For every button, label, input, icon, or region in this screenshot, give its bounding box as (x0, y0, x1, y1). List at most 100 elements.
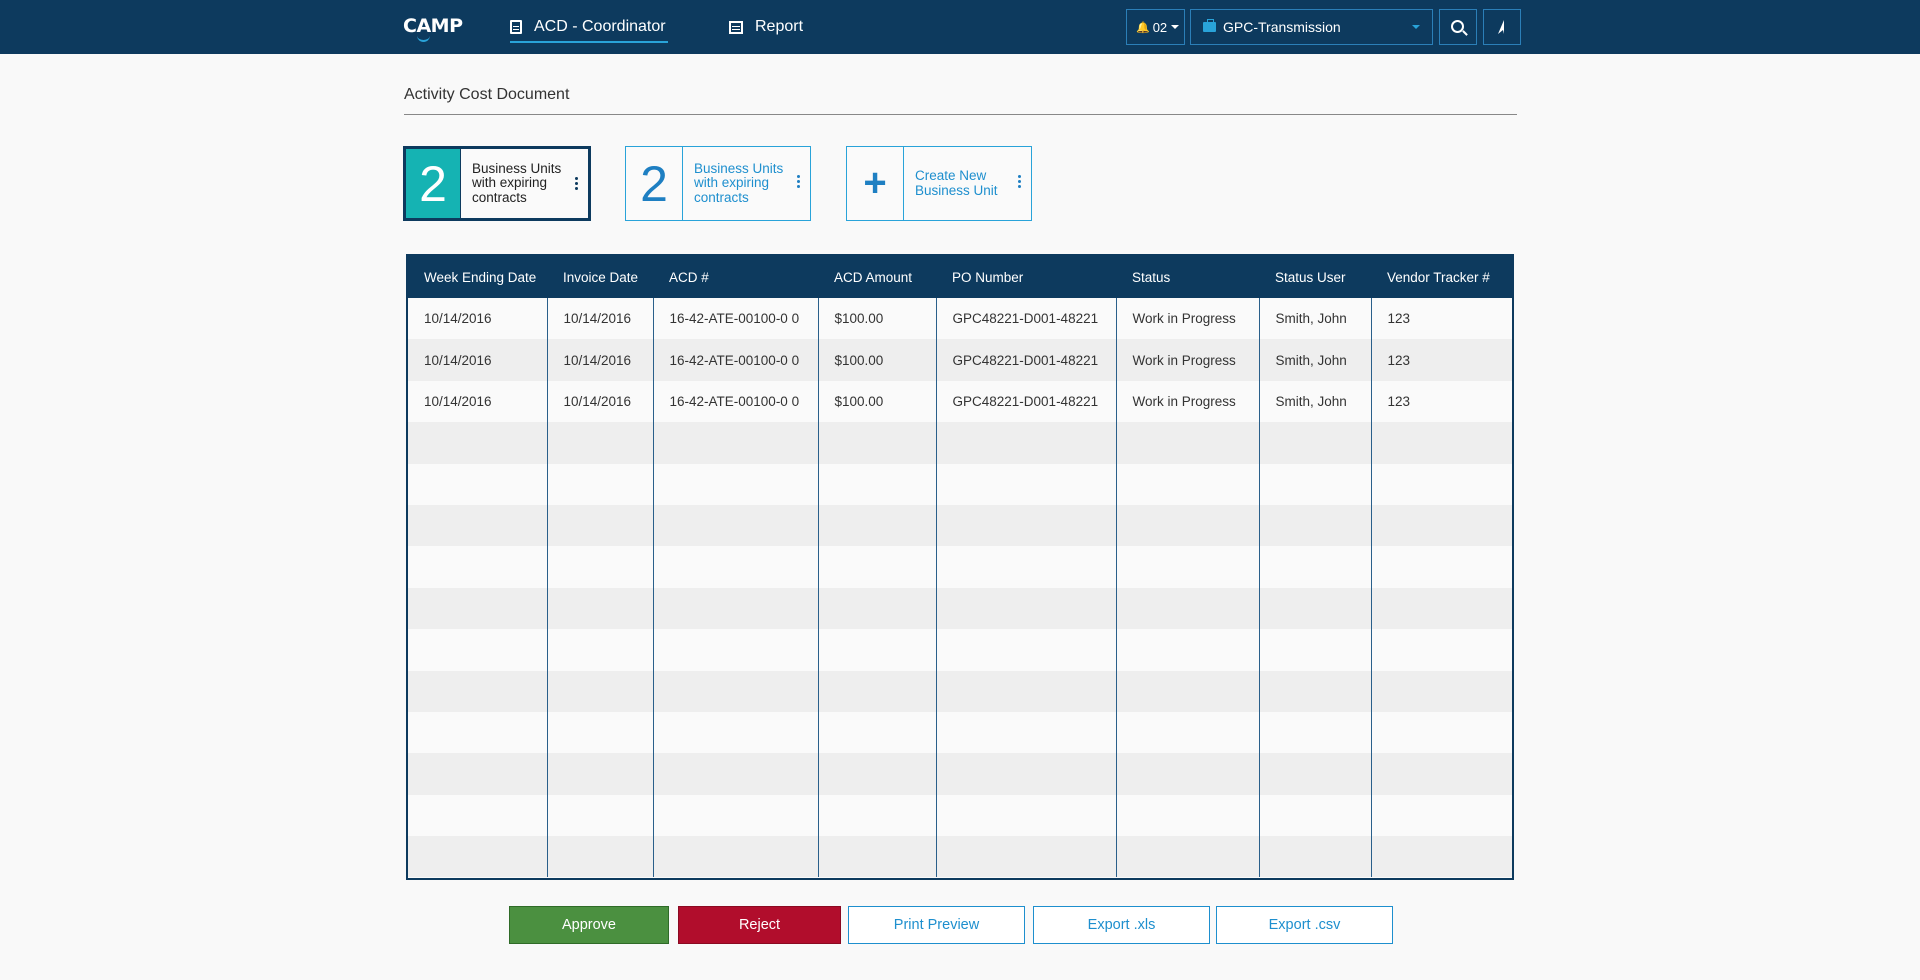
table-cell: 123 (1387, 393, 1411, 409)
table-cell (653, 753, 819, 795)
export-xls-button[interactable]: Export .xls (1033, 906, 1210, 944)
business-unit-select[interactable]: GPC-Transmission (1190, 9, 1433, 45)
table-cell (408, 546, 548, 588)
approve-button[interactable]: Approve (509, 906, 669, 944)
table-cell (653, 836, 819, 878)
table-cell (408, 504, 548, 547)
column-header[interactable]: ACD # (653, 256, 818, 298)
briefcase-icon (1203, 19, 1216, 32)
table-cell: Smith, John (1259, 339, 1372, 381)
table-row-empty (408, 546, 1512, 588)
table-cell (936, 463, 1117, 505)
table-cell (1116, 587, 1260, 630)
table-cell: $100.00 (818, 380, 937, 423)
card-expiring-contracts-selected[interactable]: 2 Business Units with expiring contracts (403, 146, 591, 221)
table-row-empty (408, 422, 1512, 464)
reject-button[interactable]: Reject (678, 906, 841, 944)
table-row[interactable]: 10/14/2016 10/14/2016 16-42-ATE-00100-0 0 $… (408, 298, 1512, 340)
table-cell (1259, 504, 1372, 547)
table-cell (818, 753, 937, 795)
table-cell (1259, 836, 1372, 878)
table-cell (653, 670, 819, 712)
calendar-icon (729, 20, 743, 34)
card-expiring-contracts[interactable]: 2 Business Units with expiring contracts (625, 146, 811, 221)
table-cell (818, 463, 937, 505)
table-cell (547, 670, 654, 712)
table-cell: GPC48221-D001-48221 (936, 339, 1117, 381)
table-cell (547, 587, 654, 630)
table-row[interactable]: 10/14/2016 10/14/2016 16-42-ATE-00100-0 0 $… (408, 339, 1512, 381)
column-header[interactable]: Week Ending Date (408, 256, 547, 298)
table-cell (936, 629, 1117, 671)
table-cell: GPC48221-D001-48221 (936, 380, 1117, 423)
column-header[interactable]: Status User (1259, 256, 1371, 298)
column-header[interactable]: ACD Amount (818, 256, 936, 298)
notifications-dropdown[interactable]: 🔔 02 (1126, 9, 1185, 45)
table-cell (936, 422, 1117, 464)
table-cell (653, 463, 819, 505)
table-cell (1116, 504, 1260, 547)
table-cell: Work in Progress (1116, 339, 1260, 381)
business-unit-value: GPC-Transmission (1223, 19, 1341, 35)
table-cell (936, 504, 1117, 547)
table-cell (818, 629, 937, 671)
table-row-empty (408, 463, 1512, 505)
card-create-business-unit[interactable]: + Create New Business Unit (846, 146, 1032, 221)
table-cell: Smith, John (1259, 380, 1372, 423)
column-header[interactable]: Status (1116, 256, 1259, 298)
table-cell (547, 504, 654, 547)
table-cell (1116, 836, 1260, 878)
tab-label: Report (755, 18, 804, 35)
column-header[interactable]: Vendor Tracker # (1371, 256, 1512, 298)
table-cell (818, 794, 937, 837)
table-cell (1259, 711, 1372, 754)
table-cell: 123 (1387, 352, 1411, 368)
table-cell (1371, 546, 1512, 587)
table-cell: Smith, John (1259, 298, 1372, 340)
plus-icon: + (847, 147, 904, 220)
print-preview-button[interactable]: Print Preview (848, 906, 1025, 944)
tab-report[interactable]: Report (729, 0, 803, 54)
table-cell (653, 794, 819, 837)
table-cell: GPC48221-D001-48221 (936, 298, 1117, 340)
search-icon (1450, 19, 1464, 33)
title-divider (404, 114, 1517, 115)
more-options-icon[interactable] (575, 177, 579, 192)
table-cell (1259, 587, 1372, 630)
table-row[interactable]: 10/14/2016 10/14/2016 16-42-ATE-00100-0 0 $… (408, 380, 1512, 423)
table-cell (547, 711, 654, 754)
table-cell (547, 753, 654, 795)
card-label: Business Units with expiring contracts (694, 160, 784, 205)
table-cell (1116, 753, 1260, 795)
table-cell (1116, 670, 1260, 712)
table-cell (936, 546, 1117, 588)
table-cell (653, 546, 819, 588)
card-label: Business Units with expiring contracts (472, 160, 562, 205)
more-options-icon[interactable] (797, 175, 801, 190)
more-options-icon[interactable] (1018, 175, 1022, 190)
table-cell (1116, 711, 1260, 754)
column-header[interactable]: PO Number (936, 256, 1116, 298)
camp-logo[interactable]: C A MP (403, 12, 463, 42)
table-cell: 16-42-ATE-00100-0 0 (653, 339, 819, 381)
navigation-button[interactable] (1483, 9, 1521, 45)
table-cell (547, 546, 654, 588)
table-cell (653, 422, 819, 464)
table-cell (408, 629, 548, 671)
table-cell (818, 836, 937, 878)
table-cell (1259, 794, 1372, 837)
tab-acd-coordinator[interactable]: ACD - Coordinator (510, 0, 668, 54)
table-cell: 16-42-ATE-00100-0 0 (653, 380, 819, 423)
table-cell (547, 422, 654, 464)
table-cell (1116, 546, 1260, 588)
table-cell (1116, 794, 1260, 837)
export-csv-button[interactable]: Export .csv (1216, 906, 1393, 944)
top-nav-bar: C A MP ACD - Coordinator Report 🔔 02 GPC-T… (0, 0, 1920, 54)
table-row-empty (408, 836, 1512, 878)
table-cell (547, 794, 654, 837)
table-cell: 10/14/2016 (547, 339, 654, 381)
column-header[interactable]: Invoice Date (547, 256, 653, 298)
table-cell (547, 629, 654, 671)
table-cell (818, 422, 937, 464)
search-button[interactable] (1439, 9, 1477, 45)
